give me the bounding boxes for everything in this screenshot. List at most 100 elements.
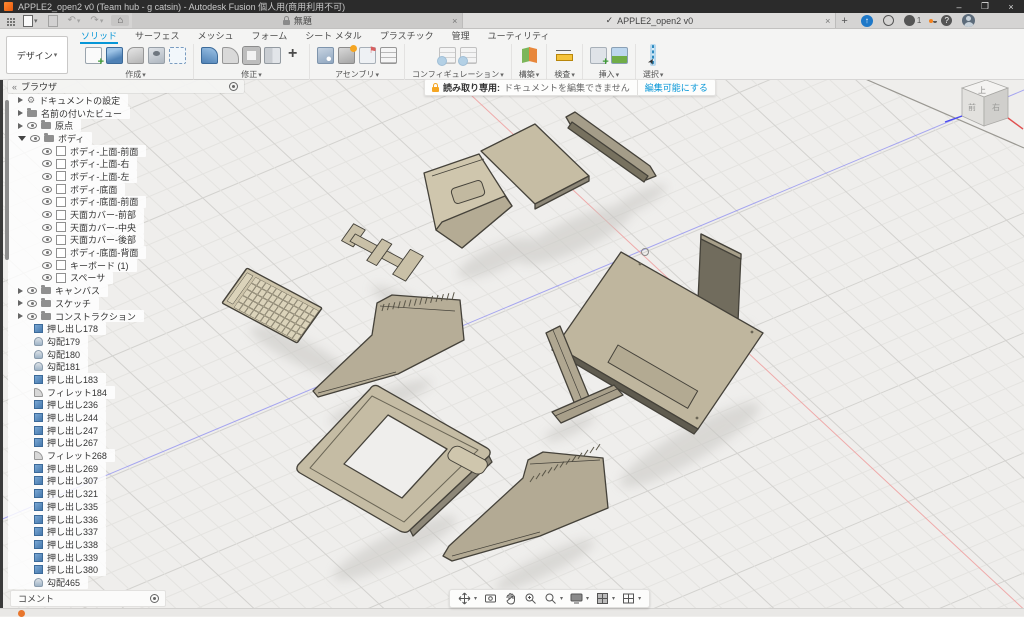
tab-apple2-open2[interactable]: ✓ APPLE2_open2 v0 ×	[463, 13, 836, 28]
browser-item-15[interactable]: キャンバス	[8, 284, 108, 297]
visibility-eye-icon[interactable]	[30, 135, 40, 142]
close-tab-icon[interactable]: ×	[825, 16, 830, 26]
browser-item-18[interactable]: 押し出し178	[8, 322, 106, 335]
job-status-icon[interactable]: ↑	[861, 15, 873, 27]
hole-icon[interactable]	[148, 47, 165, 64]
browser-item-29[interactable]: 押し出し269	[8, 462, 106, 475]
workspace-tab-1[interactable]: サーフェス	[134, 29, 180, 44]
visibility-eye-icon[interactable]	[42, 262, 52, 269]
visibility-eye-icon[interactable]	[42, 274, 52, 281]
home-icon[interactable]: ⌂	[111, 15, 129, 26]
visibility-eye-icon[interactable]	[27, 313, 37, 320]
browser-item-31[interactable]: 押し出し321	[8, 487, 106, 500]
browser-item-5[interactable]: ボディ-上面-右	[8, 157, 137, 170]
fit-icon[interactable]	[544, 592, 557, 605]
maximize-button[interactable]: ❐	[972, 1, 998, 12]
close-tab-icon[interactable]: ×	[452, 16, 457, 26]
browser-item-30[interactable]: 押し出し307	[8, 475, 106, 488]
browser-item-35[interactable]: 押し出し338	[8, 538, 106, 551]
look-at-icon[interactable]	[484, 592, 497, 605]
group-label[interactable]: 修正	[241, 69, 262, 80]
close-button[interactable]: ×	[998, 2, 1024, 12]
avatar[interactable]	[962, 14, 975, 27]
tab-untitled[interactable]: 無題 ×	[132, 13, 463, 28]
display-settings-icon[interactable]	[570, 592, 583, 605]
canvas-image-icon[interactable]	[611, 47, 628, 64]
create-sketch-icon[interactable]	[85, 47, 102, 64]
expand-arrow-icon[interactable]	[18, 123, 23, 129]
workspace-tab-2[interactable]: メッシュ	[196, 29, 234, 44]
configuration-icon[interactable]	[439, 47, 456, 64]
extrude-icon[interactable]	[106, 47, 123, 64]
browser-item-12[interactable]: ボディ-底面-背面	[8, 246, 146, 259]
configuration-table-icon[interactable]	[460, 47, 477, 64]
pattern-icon[interactable]	[169, 47, 186, 64]
browser-options-icon[interactable]	[229, 82, 238, 91]
browser-item-33[interactable]: 押し出し336	[8, 513, 106, 526]
grid-settings-icon[interactable]	[596, 592, 609, 605]
as-built-joint-icon[interactable]	[359, 47, 376, 64]
browser-item-34[interactable]: 押し出し337	[8, 525, 106, 538]
construct-plane-icon[interactable]	[521, 47, 538, 64]
file-menu-icon[interactable]	[18, 13, 43, 28]
browser-item-0[interactable]: ⚙ドキュメントの設定	[8, 94, 128, 107]
group-label[interactable]: 作成	[125, 69, 146, 80]
expand-arrow-icon[interactable]	[18, 288, 23, 294]
workspace-tab-5[interactable]: プラスチック	[379, 29, 435, 44]
browser-item-22[interactable]: 押し出し183	[8, 373, 106, 386]
comments-options-icon[interactable]	[150, 594, 159, 603]
browser-item-21[interactable]: 勾配181	[8, 360, 88, 373]
browser-item-27[interactable]: 押し出し267	[8, 437, 106, 450]
save-icon[interactable]	[43, 13, 63, 28]
visibility-eye-icon[interactable]	[42, 249, 52, 256]
timeline-strip[interactable]	[0, 608, 1024, 616]
new-component-icon[interactable]	[317, 47, 334, 64]
browser-item-3[interactable]: ボディ	[8, 132, 92, 145]
workspace-tab-6[interactable]: 管理	[451, 29, 471, 44]
new-tab-button[interactable]: +	[836, 13, 852, 28]
browser-item-38[interactable]: 勾配465	[8, 576, 88, 589]
select-tool-icon[interactable]	[652, 45, 654, 64]
visibility-eye-icon[interactable]	[42, 148, 52, 155]
browser-item-26[interactable]: 押し出し247	[8, 424, 106, 437]
zoom-icon[interactable]	[524, 592, 537, 605]
enable-editing-link[interactable]: 編集可能にする	[637, 80, 715, 95]
collapse-panel-icon[interactable]: «	[12, 82, 17, 92]
browser-item-14[interactable]: スペーサ	[8, 272, 113, 285]
orbit-icon[interactable]	[458, 592, 471, 605]
extensions-icon[interactable]	[883, 15, 894, 26]
move-copy-icon[interactable]	[285, 47, 302, 64]
browser-item-32[interactable]: 押し出し335	[8, 500, 106, 513]
expand-arrow-icon[interactable]	[18, 300, 23, 306]
browser-item-28[interactable]: フィレット268	[8, 449, 115, 462]
browser-item-36[interactable]: 押し出し339	[8, 551, 106, 564]
insert-derive-icon[interactable]	[590, 47, 607, 64]
workspace-tab-7[interactable]: ユーティリティ	[487, 29, 551, 44]
browser-item-19[interactable]: 勾配179	[8, 335, 88, 348]
group-label[interactable]: アセンブリ	[335, 69, 379, 80]
browser-item-8[interactable]: ボディ-底面-前面	[8, 196, 146, 209]
visibility-eye-icon[interactable]	[42, 211, 52, 218]
browser-header[interactable]: « ブラウザ	[8, 80, 244, 93]
measure-icon[interactable]	[556, 47, 573, 64]
browser-item-37[interactable]: 押し出し380	[8, 563, 106, 576]
workspace-tab-0[interactable]: ソリッド	[80, 29, 118, 44]
notification-center-icon[interactable]: 1	[904, 15, 921, 26]
browser-item-23[interactable]: フィレット184	[8, 386, 115, 399]
browser-item-10[interactable]: 天面カバー-中央	[8, 221, 144, 234]
expand-arrow-icon[interactable]	[18, 97, 23, 103]
browser-item-13[interactable]: キーボード (1)	[8, 259, 137, 272]
undo-icon[interactable]: ↶	[63, 13, 86, 28]
browser-item-2[interactable]: 原点	[8, 119, 81, 132]
data-panel-edge[interactable]	[0, 80, 3, 608]
visibility-eye-icon[interactable]	[27, 300, 37, 307]
viewports-icon[interactable]	[622, 592, 635, 605]
browser-item-9[interactable]: 天面カバー-前部	[8, 208, 144, 221]
comments-bar[interactable]: コメント	[10, 590, 166, 607]
browser-item-4[interactable]: ボディ-上面-前面	[8, 145, 146, 158]
pan-icon[interactable]	[504, 592, 517, 605]
browser-item-7[interactable]: ボディ-底面	[8, 183, 125, 196]
joint-icon[interactable]	[338, 47, 355, 64]
workspace-tab-3[interactable]: フォーム	[251, 29, 289, 44]
visibility-eye-icon[interactable]	[42, 224, 52, 231]
